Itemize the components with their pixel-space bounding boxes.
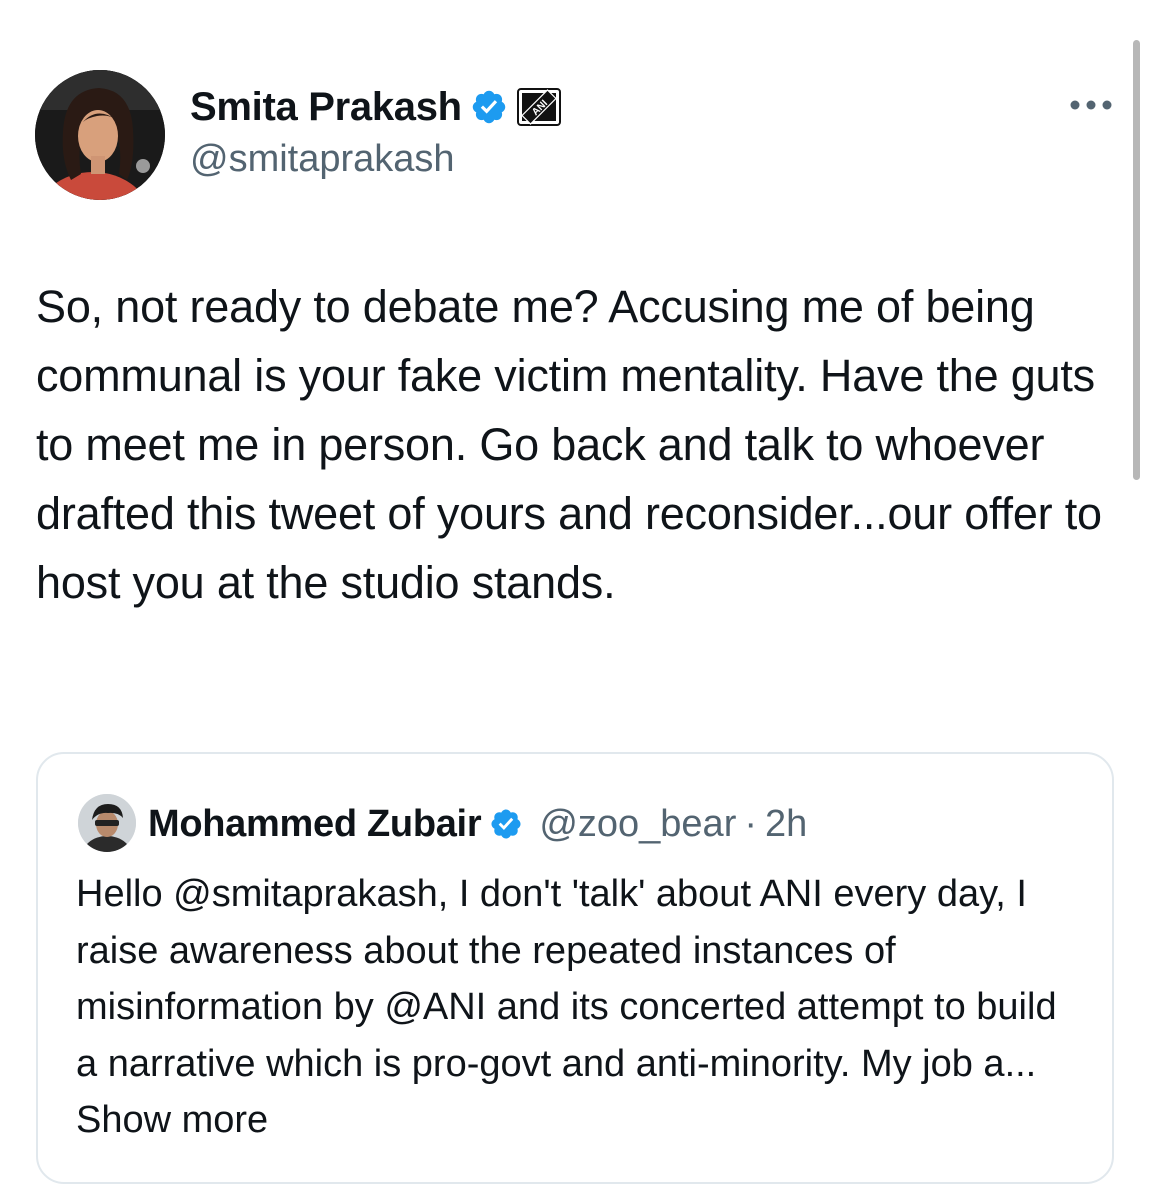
separator-dot: ·	[744, 802, 758, 845]
author-avatar[interactable]	[35, 70, 165, 200]
more-options-icon	[1070, 100, 1112, 110]
quoted-tweet-card[interactable]: Mohammed Zubair @zoo_bear · 2h Hello @sm…	[36, 752, 1114, 1184]
scrollbar-thumb[interactable]	[1133, 40, 1140, 480]
author-name-row: Smita Prakash ANI	[190, 82, 562, 132]
tweet-text: So, not ready to debate me? Accusing me …	[36, 281, 1102, 608]
quoted-author-handle[interactable]: @zoo_bear	[539, 803, 736, 846]
show-more-link[interactable]: Show more	[76, 1099, 268, 1141]
verified-badge-icon	[470, 88, 508, 126]
verified-badge-icon	[489, 807, 531, 841]
more-options-button[interactable]	[1066, 90, 1116, 120]
quoted-author-avatar[interactable]	[78, 794, 136, 852]
ani-logo-icon[interactable]: ANI	[516, 87, 562, 127]
quoted-tweet-timestamp[interactable]: 2h	[765, 803, 807, 846]
author-display-name[interactable]: Smita Prakash	[190, 85, 462, 130]
quoted-tweet-header: Mohammed Zubair @zoo_bear · 2h	[148, 796, 807, 852]
quoted-tweet-body: Hello @smitaprakash, I don't 'talk' abou…	[76, 873, 1057, 1085]
quoted-tweet-text: Hello @smitaprakash, I don't 'talk' abou…	[76, 866, 1086, 1149]
quoted-author-display-name[interactable]: Mohammed Zubair	[148, 803, 482, 846]
author-handle[interactable]: @smitaprakash	[190, 138, 455, 181]
